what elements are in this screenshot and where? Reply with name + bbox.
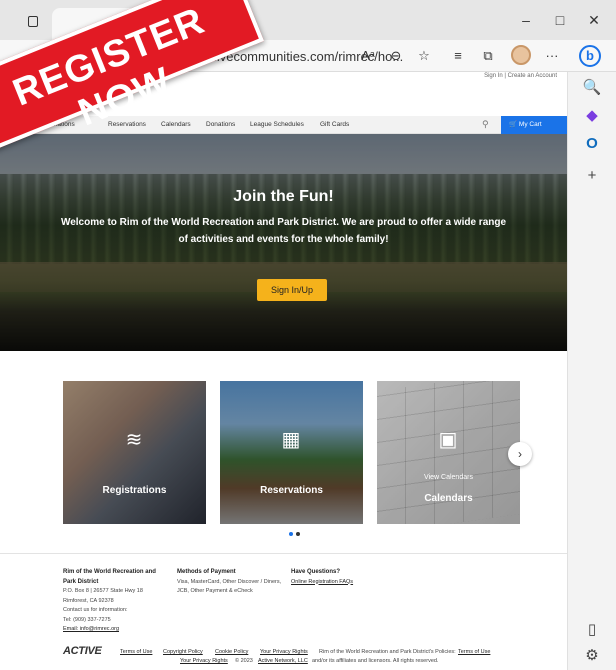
search-icon[interactable]: ⚲ bbox=[482, 119, 489, 130]
copyright-link[interactable]: Copyright Policy bbox=[163, 649, 203, 655]
more-icon[interactable]: ··· bbox=[542, 47, 562, 65]
card-calendars[interactable]: ▣ View Calendars Calendars bbox=[377, 381, 520, 524]
add-icon[interactable]: + bbox=[582, 166, 602, 186]
card-label: Registrations bbox=[102, 485, 167, 496]
policies-terms-link[interactable]: Terms of Use bbox=[458, 649, 490, 655]
cookie-link[interactable]: Cookie Policy bbox=[215, 649, 248, 655]
footer-org: Rim of the World Recreation and Park Dis… bbox=[63, 568, 167, 635]
carousel-next-button[interactable]: › bbox=[508, 442, 532, 466]
account-links[interactable]: Sign In | Create an Account bbox=[484, 73, 557, 79]
card-reservations[interactable]: ▦ Reservations bbox=[220, 381, 363, 524]
carousel-dot-active[interactable] bbox=[289, 532, 293, 536]
search-icon[interactable]: 🔍 bbox=[582, 78, 602, 98]
profile-avatar[interactable] bbox=[511, 45, 531, 65]
policies-privacy-link[interactable]: Your Privacy Rights bbox=[180, 658, 228, 664]
active-network-link[interactable]: Active Network, LLC bbox=[258, 658, 308, 664]
building-icon: ▦ bbox=[281, 429, 301, 451]
hero-banner: Join the Fun! Welcome to Rim of the Worl… bbox=[0, 134, 567, 351]
hero-text: Welcome to Rim of the World Recreation a… bbox=[60, 217, 507, 245]
faq-link[interactable]: Online Registration FAQs bbox=[291, 578, 411, 588]
active-logo[interactable]: ACTIVE bbox=[63, 645, 102, 657]
privacy-link[interactable]: Your Privacy Rights bbox=[260, 649, 308, 655]
calendar-icon: ▣ bbox=[438, 429, 458, 451]
browser-window: + – □ ✕ ...ivecommunities.com/rimrec/ho.… bbox=[0, 0, 616, 670]
page-viewport: Sign In | Create an Account ...ations Re… bbox=[0, 72, 567, 670]
minimize-button[interactable]: – bbox=[516, 12, 536, 28]
copyright-year: © 2023 bbox=[235, 658, 253, 664]
card-label: Calendars bbox=[424, 493, 473, 504]
legal-text: and/or its affiliates and licensors. All… bbox=[312, 658, 439, 664]
zoom-icon[interactable]: ⊖ bbox=[386, 47, 406, 65]
panel-icon[interactable]: ▯ bbox=[582, 620, 602, 640]
card-sublabel: View Calendars bbox=[424, 474, 473, 481]
settings-icon[interactable]: ⚙ bbox=[582, 646, 602, 666]
shopping-icon[interactable]: ◆ bbox=[582, 106, 602, 126]
nav-item-league-schedules[interactable]: League Schedules bbox=[250, 121, 304, 128]
collections-icon[interactable]: ⧉ bbox=[478, 47, 498, 65]
maximize-button[interactable]: □ bbox=[550, 12, 570, 28]
nav-item-calendars[interactable]: Calendars bbox=[161, 121, 191, 128]
footer-questions: Have Questions? Online Registration FAQs bbox=[291, 568, 411, 587]
sign-in-up-button[interactable]: Sign In/Up bbox=[257, 279, 327, 301]
read-aloud-icon[interactable]: Aᵃ bbox=[358, 47, 378, 65]
outlook-icon[interactable]: O bbox=[582, 134, 602, 154]
favorites-list-icon[interactable]: ≡ bbox=[448, 47, 468, 65]
terms-link[interactable]: Terms of Use bbox=[120, 649, 152, 655]
policies-text: Rim of the World Recreation and Park Dis… bbox=[319, 649, 456, 655]
email-link[interactable]: Email: info@rimrec.org bbox=[63, 625, 167, 635]
favorite-icon[interactable]: ☆ bbox=[414, 47, 434, 65]
card-label: Reservations bbox=[260, 485, 323, 496]
card-registrations[interactable]: ≋ Registrations bbox=[63, 381, 206, 524]
tab-actions-icon[interactable] bbox=[28, 16, 38, 27]
nav-item-donations[interactable]: Donations bbox=[206, 121, 235, 128]
swim-icon: ≋ bbox=[125, 429, 143, 451]
browser-sidebar: 🔍 ◆ O + ▯ ⚙ bbox=[567, 72, 616, 670]
my-cart-button[interactable]: 🛒 My Cart bbox=[501, 116, 567, 134]
hero-title: Join the Fun! bbox=[233, 188, 334, 205]
footer-bottom: ACTIVE Terms of Use Copyright Policy Coo… bbox=[0, 642, 567, 670]
close-button[interactable]: ✕ bbox=[584, 12, 604, 29]
carousel-dot[interactable] bbox=[296, 532, 300, 536]
footer-payment: Methods of Payment Visa, MasterCard, Oth… bbox=[177, 569, 282, 594]
bing-icon[interactable]: b bbox=[579, 45, 601, 67]
nav-item-gift-cards[interactable]: Gift Cards bbox=[320, 121, 349, 128]
